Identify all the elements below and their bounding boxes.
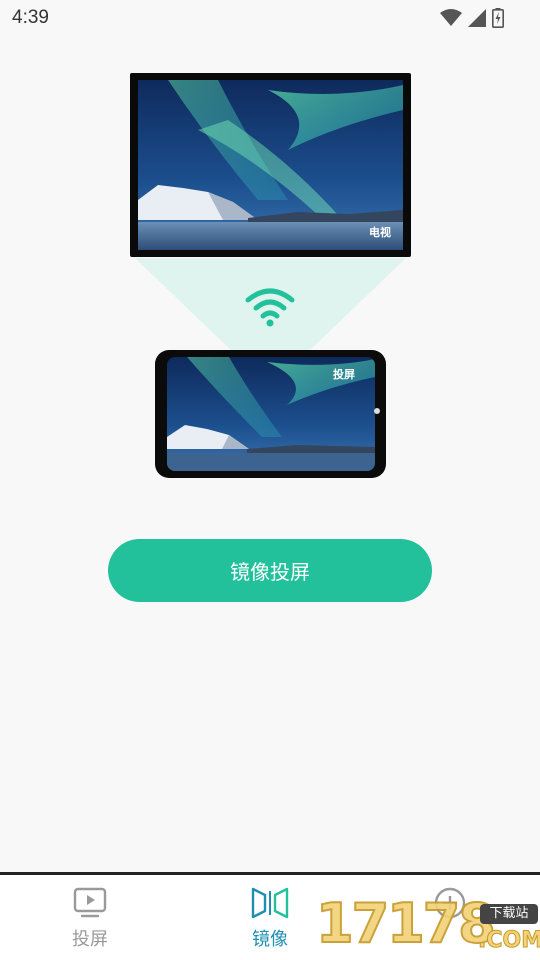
wifi-status-icon [440, 9, 462, 26]
battery-icon [492, 8, 504, 28]
status-bar: 4:39 [0, 0, 540, 38]
tv-play-icon [73, 885, 107, 921]
tv-illustration: 电视 [130, 73, 411, 257]
tab-mirror-label: 镜像 [252, 929, 288, 950]
watermark-badge: 下载站 [480, 904, 538, 924]
status-time: 4:39 [12, 7, 49, 28]
mirror-icon [250, 885, 290, 921]
watermark-suffix: .COM [477, 928, 540, 954]
cell-signal-icon [468, 9, 486, 27]
tv-label: 电视 [369, 226, 391, 239]
wifi-icon [245, 288, 295, 327]
tab-cast[interactable]: 投屏 [30, 875, 150, 960]
watermark-logo: 17178 下载站 .COM [315, 890, 540, 960]
tab-cast-label: 投屏 [72, 929, 108, 950]
phone-camera-dot [374, 408, 380, 414]
phone-label: 投屏 [333, 368, 355, 381]
watermark-number: 17178 [315, 891, 497, 956]
mirror-cast-button[interactable]: 镜像投屏 [108, 539, 432, 602]
phone-illustration: 投屏 [155, 350, 386, 478]
status-icons [440, 8, 504, 28]
tv-screen-image: 电视 [138, 80, 403, 250]
phone-screen-image: 投屏 [167, 357, 375, 471]
tab-mirror[interactable]: 镜像 [210, 875, 330, 960]
